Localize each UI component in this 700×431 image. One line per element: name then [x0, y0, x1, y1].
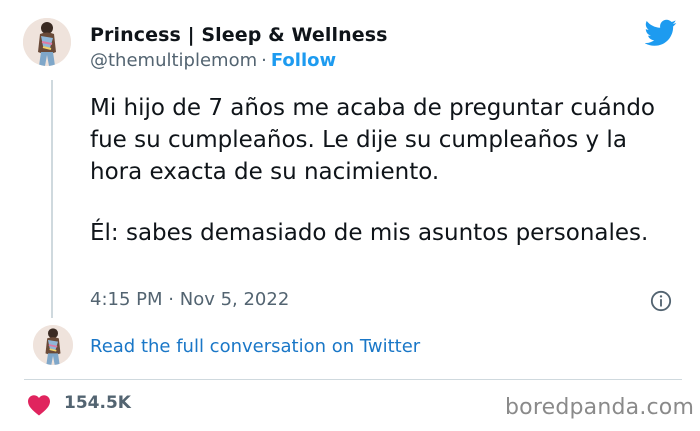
- tweet-timestamp[interactable]: 4:15 PM · Nov 5, 2022: [90, 289, 289, 310]
- tweet-time: 4:15 PM: [90, 289, 163, 310]
- author-handle[interactable]: @themultiplemom: [90, 50, 257, 71]
- tweet-date: Nov 5, 2022: [179, 289, 290, 310]
- avatar[interactable]: [23, 18, 71, 66]
- follow-button[interactable]: Follow: [271, 50, 336, 71]
- tweet-paragraph-2: Él: sabes demasiado de mis asuntos perso…: [90, 220, 649, 246]
- avatar-small[interactable]: [33, 325, 73, 365]
- thread-line: [51, 80, 53, 318]
- tweet-text: Mi hijo de 7 años me acaba de preguntar …: [90, 92, 680, 249]
- tweet-paragraph-1: Mi hijo de 7 años me acaba de preguntar …: [90, 95, 655, 185]
- divider: [24, 379, 682, 380]
- read-conversation-link[interactable]: Read the full conversation on Twitter: [90, 336, 420, 357]
- heart-icon[interactable]: [27, 394, 51, 416]
- info-icon[interactable]: [650, 290, 672, 312]
- twitter-bird-icon[interactable]: [645, 19, 677, 47]
- author-display-name[interactable]: Princess | Sleep & Wellness: [90, 24, 388, 46]
- separator: ·: [261, 50, 267, 71]
- boredpanda-watermark: boredpanda.com: [505, 395, 695, 420]
- like-count: 154.5K: [64, 393, 131, 413]
- date-separator: ·: [168, 289, 174, 310]
- author-handle-row: @themultiplemom · Follow: [90, 50, 336, 71]
